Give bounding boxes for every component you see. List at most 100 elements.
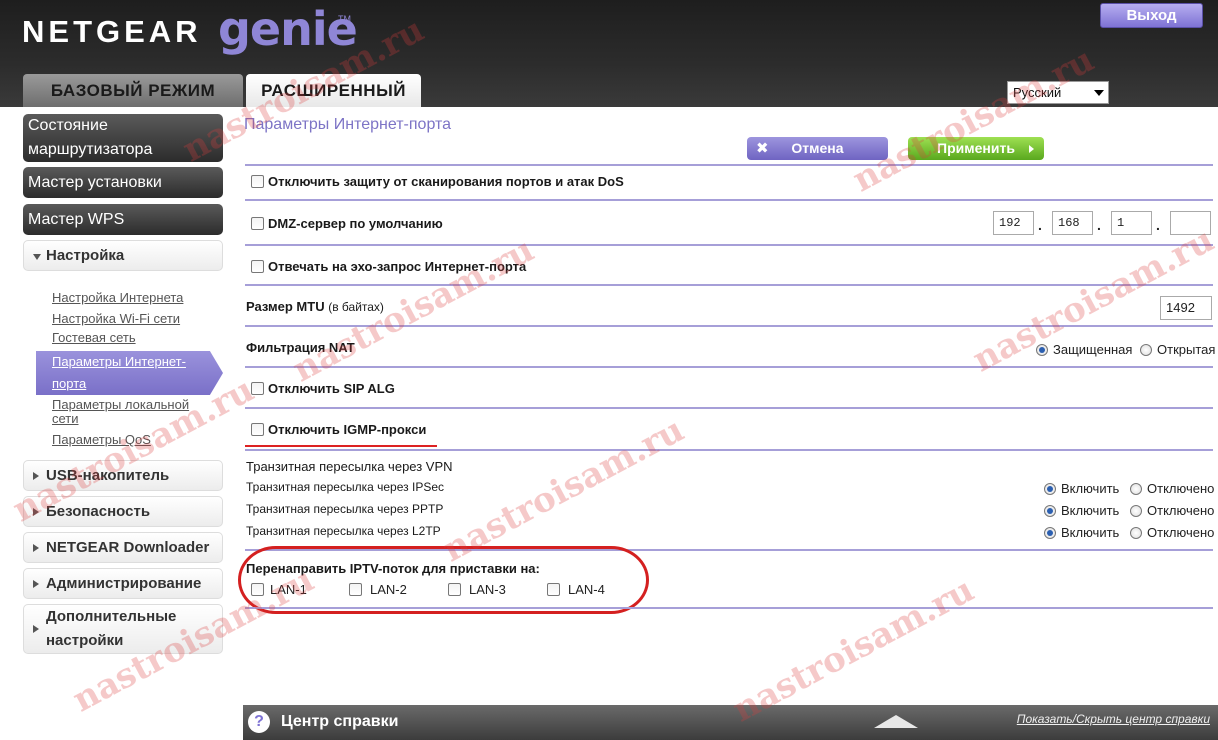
divider <box>245 284 1213 286</box>
apply-button[interactable]: Применить <box>908 137 1044 160</box>
sidebar-subitem-wifi-setup[interactable]: Настройка Wi-Fi сети <box>52 311 180 326</box>
sidebar-subitem-label: сети <box>52 411 79 426</box>
dmz-ip-octet-1[interactable]: 192 <box>993 211 1034 235</box>
sidebar-item-security[interactable]: Безопасность <box>23 496 223 527</box>
header: NETGEAR genie TM Выход БАЗОВЫЙ РЕЖИМ РАС… <box>0 0 1218 107</box>
sidebar-subitem-label: порта <box>52 376 87 391</box>
dmz-ip-octet-3[interactable]: 1 <box>1111 211 1152 235</box>
sidebar-subitem-lan-settings[interactable]: Параметры локальной сети <box>52 398 189 426</box>
page-title: Параметры Интернет-порта <box>244 116 452 133</box>
dmz-ip-octet-2[interactable]: 168 <box>1052 211 1093 235</box>
triangle-right-icon <box>33 507 39 516</box>
sidebar-item-label: NETGEAR Downloader <box>46 539 210 556</box>
divider <box>245 199 1213 201</box>
sidebar-subitem-guest-network[interactable]: Гостевая сеть <box>52 330 136 345</box>
sidebar-subitem-internet-setup[interactable]: Настройка Интернета <box>52 290 183 305</box>
nat-filtering-label: Фильтрация NAT <box>246 340 355 355</box>
disable-igmp-proxy-checkbox[interactable] <box>251 423 264 436</box>
tab-basic-mode[interactable]: БАЗОВЫЙ РЕЖИМ <box>23 74 243 107</box>
sidebar-item-setup[interactable]: Настройка <box>23 240 223 271</box>
ip-dot: . <box>1097 217 1101 233</box>
ip-dot: . <box>1038 217 1042 233</box>
vpn-l2tp-disable-radio[interactable] <box>1130 527 1142 539</box>
sidebar-item-label: настройки <box>46 632 124 649</box>
nat-open-radio[interactable] <box>1140 344 1152 356</box>
sidebar-subitem-qos[interactable]: Параметры QoS <box>52 432 151 447</box>
cancel-button-label: Отмена <box>791 140 844 156</box>
trademark-mark: TM <box>338 14 351 24</box>
divider <box>245 449 1213 451</box>
divider <box>245 366 1213 368</box>
sidebar-item-label: Администрирование <box>46 575 202 592</box>
sidebar-subitem-wan-settings[interactable]: Параметры Интернет- порта <box>36 351 223 395</box>
language-select[interactable]: Русский <box>1007 81 1109 104</box>
vpn-ipsec-enable-label: Включить <box>1061 481 1120 496</box>
sidebar-item-downloader[interactable]: NETGEAR Downloader <box>23 532 223 563</box>
vpn-ipsec-disable-radio[interactable] <box>1130 483 1142 495</box>
vpn-pptp-label: Транзитная пересылка через PPTP <box>246 502 444 516</box>
toggle-help-link[interactable]: Показать/Скрыть центр справки <box>1017 712 1210 726</box>
question-icon: ? <box>248 711 270 733</box>
disable-sip-alg-checkbox[interactable] <box>251 382 264 395</box>
ip-dot: . <box>1156 217 1160 233</box>
help-center-bar: ? Центр справки Показать/Скрыть центр сп… <box>243 705 1218 740</box>
sidebar-item-usb-storage[interactable]: USB-накопитель <box>23 460 223 491</box>
ping-response-checkbox[interactable] <box>251 260 264 273</box>
sidebar-item-advanced-setup[interactable]: Дополнительные настройки <box>23 604 223 654</box>
divider <box>245 244 1213 246</box>
disable-dos-label: Отключить защиту от сканирования портов … <box>268 174 624 189</box>
sidebar-item-label: USB-накопитель <box>46 467 170 484</box>
triangle-down-icon <box>33 253 41 260</box>
triangle-right-icon <box>33 471 39 480</box>
apply-button-label: Применить <box>937 140 1015 156</box>
vpn-pptp-disable-label: Отключено <box>1147 503 1215 518</box>
ping-response-label: Отвечать на эхо-запрос Интернет-порта <box>268 259 527 274</box>
sidebar-item-wps-wizard[interactable]: Мастер WPS <box>23 204 223 235</box>
vpn-pptp-enable-label: Включить <box>1061 503 1120 518</box>
sidebar-item-router-status[interactable]: Состояние маршрутизатора <box>23 114 223 162</box>
sidebar-item-label: маршрутизатора <box>28 141 153 158</box>
nat-secured-label: Защищенная <box>1053 342 1133 357</box>
sidebar-item-administration[interactable]: Администрирование <box>23 568 223 599</box>
disable-dos-checkbox[interactable] <box>251 175 264 188</box>
divider <box>245 407 1213 409</box>
divider <box>245 325 1213 327</box>
triangle-right-icon <box>33 579 39 588</box>
vpn-l2tp-enable-label: Включить <box>1061 525 1120 540</box>
logout-button[interactable]: Выход <box>1100 3 1203 28</box>
tab-advanced-mode[interactable]: РАСШИРЕННЫЙ <box>246 74 421 107</box>
mtu-input[interactable]: 1492 <box>1160 296 1212 320</box>
sidebar: Состояние маршрутизатора Мастер установк… <box>0 107 243 740</box>
dmz-ip-octet-4[interactable] <box>1170 211 1211 235</box>
main-content: Параметры Интернет-порта ✖ Отмена Примен… <box>238 107 1218 705</box>
mtu-unit: (в байтах) <box>328 300 384 314</box>
chevron-down-icon <box>1094 90 1104 96</box>
vpn-pptp-disable-radio[interactable] <box>1130 505 1142 517</box>
expand-arrow-icon[interactable] <box>874 715 918 728</box>
highlight-underline <box>245 445 437 447</box>
mtu-label-text: Размер MTU <box>246 299 325 314</box>
sidebar-item-label: Дополнительные <box>46 608 177 625</box>
sidebar-subitem-label: Параметры локальной <box>52 397 190 412</box>
vpn-pptp-enable-radio[interactable] <box>1044 505 1056 517</box>
vpn-passthrough-heading: Транзитная пересылка через VPN <box>246 459 453 474</box>
sidebar-item-label: Безопасность <box>46 503 151 520</box>
dmz-checkbox[interactable] <box>251 217 264 230</box>
triangle-right-icon <box>33 625 39 633</box>
cancel-button[interactable]: ✖ Отмена <box>747 137 888 160</box>
language-select-value: Русский <box>1013 85 1062 100</box>
sidebar-item-label: Состояние <box>28 117 108 134</box>
vpn-ipsec-enable-radio[interactable] <box>1044 483 1056 495</box>
triangle-right-icon <box>33 543 39 552</box>
divider <box>245 164 1213 166</box>
genie-logo: genie <box>218 2 358 56</box>
highlight-ellipse <box>238 546 649 614</box>
netgear-logo: NETGEAR <box>22 14 202 49</box>
nat-secured-radio[interactable] <box>1036 344 1048 356</box>
vpn-l2tp-enable-radio[interactable] <box>1044 527 1056 539</box>
sidebar-item-setup-wizard[interactable]: Мастер установки <box>23 167 223 198</box>
nat-open-label: Открытая <box>1157 342 1216 357</box>
vpn-l2tp-disable-label: Отключено <box>1147 525 1215 540</box>
help-center-title: Центр справки <box>281 713 399 730</box>
vpn-l2tp-label: Транзитная пересылка через L2TP <box>246 524 441 538</box>
